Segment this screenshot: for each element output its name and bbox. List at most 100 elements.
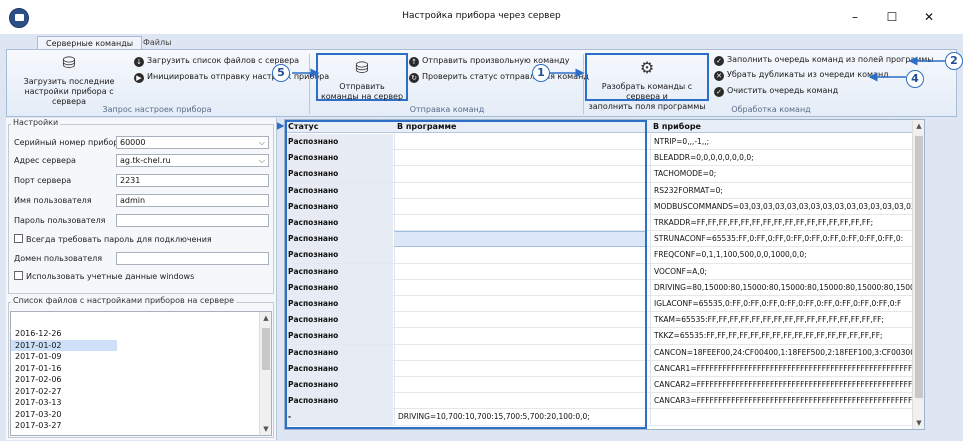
program-cell[interactable] xyxy=(394,328,646,345)
fill-queue-button[interactable]: ✓ Заполнить очередь команд из полей прогр… xyxy=(714,55,934,67)
program-cell[interactable] xyxy=(394,247,646,264)
table-row[interactable]: Распознано CANCAR2=FFFFFFFFFFFFFFFFFFFFFF… xyxy=(285,377,924,394)
program-cell[interactable] xyxy=(394,166,646,183)
status-cell[interactable]: Распознано xyxy=(285,134,393,150)
table-row[interactable]: Распознано TKKZ=65535:FF,FF,FF,FF,FF,FF,F… xyxy=(285,328,924,345)
tab-server-commands[interactable]: Серверные команды xyxy=(37,36,143,50)
status-cell[interactable]: - xyxy=(285,409,393,426)
status-cell[interactable]: Распознано xyxy=(285,312,393,329)
program-cell[interactable] xyxy=(394,279,646,296)
file-list-item[interactable]: 2017-03-13 xyxy=(11,397,271,409)
status-cell[interactable]: Распознано xyxy=(285,247,393,264)
header-program[interactable]: В программе xyxy=(394,120,646,133)
file-list-item[interactable]: 2017-02-06 xyxy=(11,374,271,386)
program-cell[interactable]: DRIVING=10,700:10,700:15,700:5,700:20,10… xyxy=(394,409,646,426)
program-cell[interactable] xyxy=(394,377,646,393)
device-cell[interactable]: TRKADDR=FF,FF,FF,FF,FF,FF,FF,FF,FF,FF,FF… xyxy=(650,215,912,231)
table-row[interactable]: Распознано NTRIP=0,,,-1,,; xyxy=(285,134,924,151)
clear-queue-button[interactable]: ✓ Очистить очередь команд xyxy=(714,86,838,98)
scroll-down-icon[interactable]: ▼ xyxy=(260,425,271,433)
device-cell[interactable]: DRIVING=80,15000:80,15000:80,15000:80,15… xyxy=(650,279,912,296)
device-cell[interactable]: CANCON=18FEEF00,24:CF00400,1:18FEF500,2:… xyxy=(650,344,912,361)
program-cell[interactable] xyxy=(394,312,646,329)
serial-field[interactable]: 60000 ⌵ xyxy=(116,136,269,149)
table-row[interactable]: Распознано CANCON=18FEEF00,24:CF00400,1:1… xyxy=(285,344,924,361)
file-list-item[interactable]: 2017-01-09 xyxy=(11,351,271,363)
device-cell[interactable]: RS232FORMAT=0; xyxy=(650,182,912,199)
status-cell[interactable]: Распознано xyxy=(285,377,393,393)
scroll-thumb[interactable] xyxy=(915,136,923,398)
device-cell[interactable]: CANCAR2=FFFFFFFFFFFFFFFFFFFFFFFFFFFFFFFF… xyxy=(650,377,912,393)
status-cell[interactable]: Распознано xyxy=(285,279,393,296)
user-field[interactable]: admin xyxy=(116,194,269,207)
device-cell[interactable]: MODBUSCOMMANDS=03,03,03,03,03,03,03,03,0… xyxy=(650,198,912,215)
program-cell[interactable] xyxy=(394,150,646,167)
device-cell[interactable]: TKKZ=65535:FF,FF,FF,FF,FF,FF,FF,FF,FF,FF… xyxy=(650,328,912,345)
status-cell[interactable]: Распознано xyxy=(285,296,393,312)
table-row[interactable]: Распознано IGLACONF=65535,0:FF,0:FF,0:FF,… xyxy=(285,296,924,313)
program-cell[interactable] xyxy=(394,393,646,410)
table-row[interactable]: Распознано CANCAR3=FFFFFFFFFFFFFFFFFFFFFF… xyxy=(285,393,924,410)
always-password-checkbox[interactable]: Всегда требовать пароль для подключения xyxy=(14,234,212,244)
program-cell[interactable] xyxy=(394,263,646,280)
program-cell[interactable] xyxy=(394,344,646,361)
program-cell[interactable] xyxy=(394,296,646,312)
device-cell[interactable]: IGLACONF=65535,0:FF,0:FF,0:FF,0:FF,0:FF,… xyxy=(650,296,912,312)
grid-scrollbar[interactable]: ▲ ▼ xyxy=(912,120,924,429)
status-cell[interactable]: Распознано xyxy=(285,344,393,361)
init-settings-send-button[interactable]: ▶ Инициировать отправку настроек прибора xyxy=(134,72,329,84)
table-row[interactable]: Распознано STRUNACONF=65535:FF,0:FF,0:FF,… xyxy=(285,231,924,248)
file-list-item[interactable]: 2017-03-27 xyxy=(11,420,271,432)
device-cell[interactable]: BLEADDR=0,0,0,0,0,0,0,0; xyxy=(650,150,912,167)
device-cell[interactable]: NTRIP=0,,,-1,,; xyxy=(650,134,912,150)
scroll-down-icon[interactable]: ▼ xyxy=(913,419,924,427)
status-cell[interactable]: Распознано xyxy=(285,360,393,377)
check-send-status-button[interactable]: ↻ Проверить статус отправления команд xyxy=(409,72,589,84)
file-list-item[interactable]: 2017-01-16 xyxy=(11,363,271,375)
file-list-item[interactable]: 2017-02-27 xyxy=(11,386,271,398)
status-cell[interactable]: Распознано xyxy=(285,263,393,280)
load-last-settings-button[interactable]: ⛁ Загрузить последние настройки прибора … xyxy=(11,52,127,107)
file-list-item[interactable]: 2017-03-20 xyxy=(11,409,271,421)
tab-files[interactable]: Файлы xyxy=(135,36,179,50)
program-cell[interactable] xyxy=(394,134,646,150)
device-cell[interactable]: STRUNACONF=65535:FF,0:FF,0:FF,0:FF,0:FF,… xyxy=(650,231,912,248)
device-cell[interactable]: TKAM=65535:FF,FF,FF,FF,FF,FF,FF,FF,FF,FF… xyxy=(650,312,912,329)
minimize-button[interactable]: – xyxy=(838,6,872,28)
close-button[interactable]: ✕ xyxy=(912,6,946,28)
status-cell[interactable]: Распознано xyxy=(285,198,393,215)
windows-creds-checkbox[interactable]: Использовать учетные данные windows xyxy=(14,271,194,281)
device-cell[interactable]: VOCONF=A,0; xyxy=(650,263,912,280)
table-row[interactable]: Распознано FREQCONF=0,1,1,100,500,0,0,100… xyxy=(285,247,924,264)
scroll-up-icon[interactable]: ▲ xyxy=(260,314,271,322)
status-cell[interactable]: Распознано xyxy=(285,393,393,410)
status-cell[interactable]: Распознано xyxy=(285,231,393,248)
program-cell[interactable] xyxy=(394,182,646,199)
table-row[interactable]: Распознано TKAM=65535:FF,FF,FF,FF,FF,FF,F… xyxy=(285,312,924,329)
program-cell[interactable] xyxy=(394,215,646,231)
device-cell[interactable]: FREQCONF=0,1,1,100,500,0,0,1000,0,0; xyxy=(650,247,912,264)
parse-commands-button[interactable]: ⚙ Разобрать команды с сервера и заполнит… xyxy=(585,53,709,111)
table-row[interactable]: Распознано TRKADDR=FF,FF,FF,FF,FF,FF,FF,F… xyxy=(285,215,924,232)
device-cell[interactable]: CANCAR1=FFFFFFFFFFFFFFFFFFFFFFFFFFFFFFFF… xyxy=(650,360,912,377)
scroll-thumb[interactable] xyxy=(262,328,270,370)
file-list-item[interactable]: 2017-01-02 xyxy=(11,339,117,351)
device-cell[interactable]: CANCAR3=FFFFFFFFFFFFFFFFFFFFFFFFFFFFFFFF… xyxy=(650,393,912,410)
table-row[interactable]: Распознано BLEADDR=0,0,0,0,0,0,0,0; xyxy=(285,150,924,167)
program-cell[interactable] xyxy=(394,360,646,377)
table-row[interactable]: Распознано CANCAR1=FFFFFFFFFFFFFFFFFFFFFF… xyxy=(285,360,924,377)
program-cell[interactable] xyxy=(394,231,646,248)
table-row[interactable]: Распознано MODBUSCOMMANDS=03,03,03,03,03,… xyxy=(285,198,924,215)
server-field[interactable]: ag.tk-chel.ru ⌵ xyxy=(116,154,269,167)
device-cell[interactable]: TACHOMODE=0; xyxy=(650,166,912,183)
send-commands-button[interactable]: ⛁ Отправить команды на сервер xyxy=(316,53,408,101)
file-list-scrollbar[interactable]: ▲ ▼ xyxy=(259,312,271,435)
status-cell[interactable]: Распознано xyxy=(285,328,393,345)
remove-duplicates-button[interactable]: ✕ Убрать дубликаты из очереди команд xyxy=(714,70,889,82)
table-row[interactable]: Распознано VOCONF=A,0; xyxy=(285,263,924,280)
table-row[interactable]: Распознано TACHOMODE=0; xyxy=(285,166,924,183)
maximize-button[interactable]: ☐ xyxy=(875,6,909,28)
scroll-up-icon[interactable]: ▲ xyxy=(913,122,924,130)
table-row[interactable]: - DRIVING=10,700:10,700:15,700:5,700:20,1… xyxy=(285,409,924,426)
table-row[interactable]: Распознано RS232FORMAT=0; xyxy=(285,182,924,199)
